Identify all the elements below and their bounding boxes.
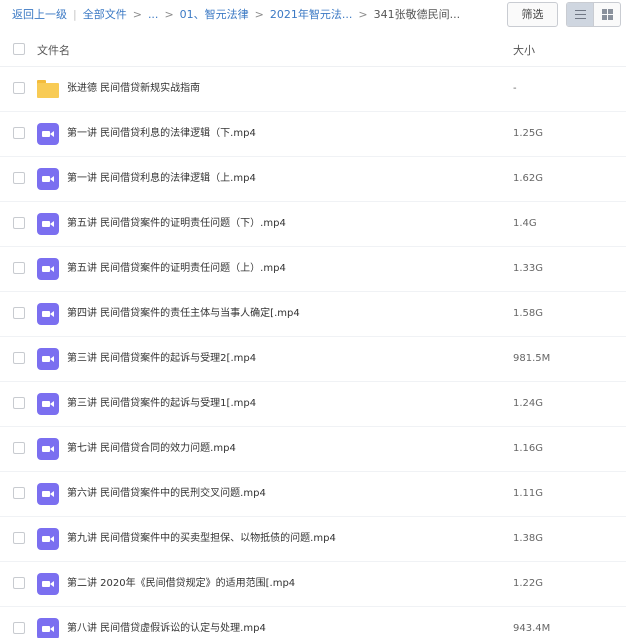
file-size: 943.4M [513,623,551,634]
chevron-right-icon: > [132,8,142,21]
file-size: 1.4G [513,218,537,229]
file-name[interactable]: 张进德 民间借贷新规实战指南 [67,82,200,95]
video-file-icon [37,213,59,235]
breadcrumb-current: 341张敬德民间... [373,8,461,21]
row-checkbox[interactable] [13,397,25,409]
list-view-icon [575,10,586,19]
row-checkbox[interactable] [13,487,25,499]
breadcrumb: 返回上一级 | 全部文件 >... >01、智元法律 >2021年智元法... >341张敬… [12,8,460,22]
file-name[interactable]: 第三讲 民间借贷案件的起诉与受理2[.mp4 [67,352,256,365]
file-list-header: 文件名 大小 [0,30,626,67]
breadcrumb-separator: | [73,8,77,21]
file-row[interactable]: 第三讲 民间借贷案件的起诉与受理2[.mp4 981.5M [0,337,626,382]
file-size: - [513,83,517,94]
row-checkbox[interactable] [13,172,25,184]
grid-view-icon [602,9,614,20]
file-row[interactable]: 第一讲 民间借贷利息的法律逻辑（上.mp4 1.62G [0,157,626,202]
row-checkbox[interactable] [13,307,25,319]
video-file-icon [37,573,59,595]
row-checkbox[interactable] [13,127,25,139]
select-all-checkbox[interactable] [13,43,25,55]
row-checkbox[interactable] [13,82,25,94]
file-row[interactable]: 张进德 民间借贷新规实战指南 - [0,67,626,112]
breadcrumb-item-level2[interactable]: 2021年智元法... [270,8,352,21]
breadcrumb-item-level1[interactable]: 01、智元法律 [180,8,249,21]
file-size: 1.38G [513,533,544,544]
chevron-right-icon: > [358,8,368,21]
row-checkbox[interactable] [13,352,25,364]
column-header-size[interactable]: 大小 [513,42,535,58]
file-name[interactable]: 第三讲 民间借贷案件的起诉与受理1[.mp4 [67,397,256,410]
file-size: 1.16G [513,443,544,454]
file-name[interactable]: 第八讲 民间借贷虚假诉讼的认定与处理.mp4 [67,622,266,635]
row-checkbox[interactable] [13,442,25,454]
file-name[interactable]: 第六讲 民间借贷案件中的民刑交叉问题.mp4 [67,487,266,500]
file-size: 1.62G [513,173,544,184]
file-row[interactable]: 第九讲 民间借贷案件中的买卖型担保、以物抵债的问题.mp4 1.38G [0,517,626,562]
file-size: 1.24G [513,398,544,409]
file-row[interactable]: 第一讲 民间借贷利息的法律逻辑（下.mp4 1.25G [0,112,626,157]
file-name[interactable]: 第一讲 民间借贷利息的法律逻辑（下.mp4 [67,127,256,140]
breadcrumb-ellipsis[interactable]: ... [148,8,159,21]
row-checkbox[interactable] [13,217,25,229]
row-checkbox[interactable] [13,622,25,634]
file-size: 1.11G [513,488,544,499]
row-checkbox[interactable] [13,262,25,274]
file-row[interactable]: 第五讲 民间借贷案件的证明责任问题（上）.mp4 1.33G [0,247,626,292]
file-row[interactable]: 第八讲 民间借贷虚假诉讼的认定与处理.mp4 943.4M [0,607,626,638]
back-link[interactable]: 返回上一级 [12,8,67,21]
file-name[interactable]: 第五讲 民间借贷案件的证明责任问题（下）.mp4 [67,217,286,230]
view-toggle [566,2,621,27]
top-bar: 返回上一级 | 全部文件 >... >01、智元法律 >2021年智元法... >341张敬… [0,0,626,30]
video-file-icon [37,393,59,415]
row-checkbox[interactable] [13,577,25,589]
file-name[interactable]: 第五讲 民间借贷案件的证明责任问题（上）.mp4 [67,262,286,275]
grid-view-button[interactable] [593,3,620,26]
file-size: 1.25G [513,128,544,139]
video-file-icon [37,528,59,550]
file-row[interactable]: 第四讲 民间借贷案件的责任主体与当事人确定[.mp4 1.58G [0,292,626,337]
video-file-icon [37,618,59,638]
video-file-icon [37,483,59,505]
video-file-icon [37,258,59,280]
file-name[interactable]: 第九讲 民间借贷案件中的买卖型担保、以物抵债的问题.mp4 [67,532,336,545]
row-checkbox[interactable] [13,532,25,544]
file-name[interactable]: 第一讲 民间借贷利息的法律逻辑（上.mp4 [67,172,256,185]
file-list: 张进德 民间借贷新规实战指南 - 第一讲 民间借贷利息的法律逻辑（下.mp4 1.25… [0,67,626,638]
video-file-icon [37,168,59,190]
chevron-right-icon: > [254,8,264,21]
file-name[interactable]: 第二讲 2020年《民间借贷规定》的适用范围[.mp4 [67,577,295,590]
filter-button[interactable]: 筛选 [507,2,558,27]
file-name[interactable]: 第七讲 民间借贷合同的效力问题.mp4 [67,442,236,455]
video-file-icon [37,303,59,325]
video-file-icon [37,123,59,145]
file-row[interactable]: 第六讲 民间借贷案件中的民刑交叉问题.mp4 1.11G [0,472,626,517]
file-row[interactable]: 第二讲 2020年《民间借贷规定》的适用范围[.mp4 1.22G [0,562,626,607]
folder-icon [37,78,59,100]
file-name[interactable]: 第四讲 民间借贷案件的责任主体与当事人确定[.mp4 [67,307,300,320]
list-view-button[interactable] [567,3,594,26]
video-file-icon [37,348,59,370]
file-row[interactable]: 第三讲 民间借贷案件的起诉与受理1[.mp4 1.24G [0,382,626,427]
file-row[interactable]: 第五讲 民间借贷案件的证明责任问题（下）.mp4 1.4G [0,202,626,247]
all-files-link[interactable]: 全部文件 [83,8,127,21]
file-size: 1.22G [513,578,544,589]
video-file-icon [37,438,59,460]
file-size: 1.33G [513,263,544,274]
file-size: 1.58G [513,308,544,319]
file-row[interactable]: 第七讲 民间借贷合同的效力问题.mp4 1.16G [0,427,626,472]
column-header-name[interactable]: 文件名 [37,42,70,58]
chevron-right-icon: > [164,8,174,21]
file-size: 981.5M [513,353,551,364]
